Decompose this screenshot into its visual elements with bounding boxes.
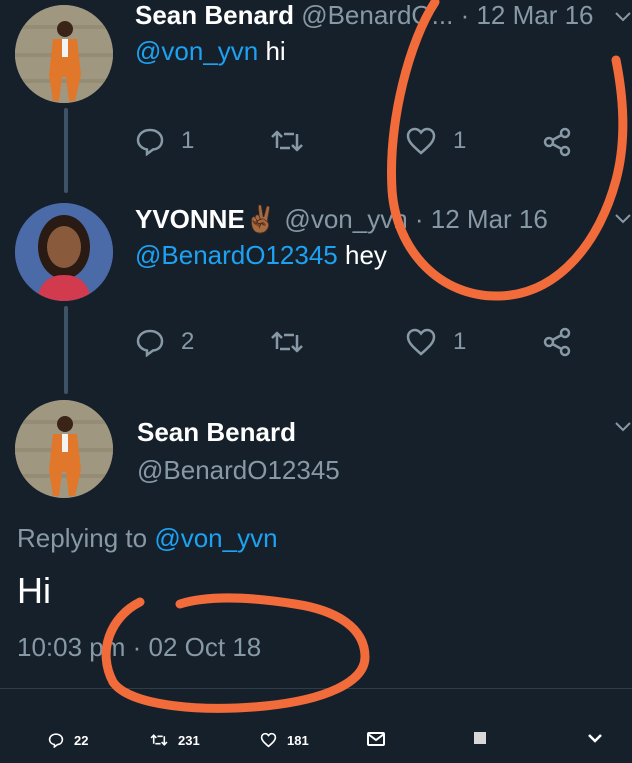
bottom-retweet-button[interactable]: 231 [150, 732, 200, 748]
heart-icon [406, 328, 436, 356]
tweet-1-like-count: 1 [453, 127, 467, 154]
heart-icon [406, 127, 436, 155]
bottom-reply-count: 22 [74, 732, 89, 748]
tweet-1-retweet-button[interactable] [270, 126, 304, 156]
avatar-sean-benard[interactable] [15, 5, 113, 103]
avatar-image [15, 5, 113, 103]
reply-icon [48, 733, 64, 748]
bottom-media-button[interactable] [474, 732, 486, 744]
bottom-action-bar [0, 716, 632, 763]
bottom-like-button[interactable]: 181 [260, 732, 309, 748]
avatar-yvonne[interactable] [15, 203, 113, 301]
share-icon [543, 327, 571, 357]
tweet-2-reply-button[interactable]: 2 [135, 327, 194, 357]
tweet-1-author-name[interactable]: Sean Benard [135, 0, 294, 30]
tweet-1-date[interactable]: · 12 Mar 16 [461, 0, 594, 30]
tweet-2-author-handle[interactable]: @von_yvn [284, 204, 407, 234]
tweet-2-author-name[interactable]: YVONNE✌🏾 [135, 204, 277, 234]
retweet-icon [271, 130, 303, 152]
tweet-1-text: hi [258, 36, 286, 66]
main-tweet-author-name[interactable]: Sean Benard [137, 417, 296, 448]
reply-icon [136, 329, 164, 357]
replying-to-label: Replying to [17, 523, 155, 553]
tweet-1-reply-button[interactable]: 1 [135, 126, 194, 156]
tweet-2-text: hey [337, 240, 387, 270]
thread-line [64, 306, 68, 394]
retweet-icon [271, 331, 303, 353]
tweet-2-share-button[interactable] [541, 326, 573, 358]
tweet-2-date[interactable]: · 12 Mar 16 [415, 204, 548, 234]
heart-icon [260, 732, 277, 748]
chevron-down-icon[interactable] [614, 212, 632, 226]
chevron-down-icon[interactable] [614, 420, 632, 434]
avatar-image [15, 400, 113, 498]
tweet-2-retweet-button[interactable] [270, 327, 304, 357]
tweet-1-mention[interactable]: @von_yvn [135, 36, 258, 66]
main-tweet-author-handle[interactable]: @BenardO12345 [137, 455, 340, 486]
main-tweet-text: Hi [17, 570, 51, 611]
bottom-reply-button[interactable]: 22 [48, 732, 88, 748]
envelope-icon [367, 732, 385, 746]
tweet-2-body: @BenardO12345 hey [135, 240, 387, 271]
share-icon [543, 127, 571, 157]
chevron-down-icon[interactable] [614, 10, 632, 24]
tweet-1-reply-count: 1 [181, 127, 195, 154]
avatar-sean-benard[interactable] [15, 400, 113, 498]
tweet-1-like-button[interactable]: 1 [405, 126, 466, 156]
tweet-2-like-count: 1 [453, 328, 467, 355]
tweet-2-like-button[interactable]: 1 [405, 327, 466, 357]
tweet-2-header: YVONNE✌🏾 @von_yvn · 12 Mar 16 [135, 204, 548, 235]
divider [0, 688, 632, 689]
main-tweet-timestamp[interactable]: 10:03 pm · 02 Oct 18 [17, 632, 261, 663]
bottom-like-count: 181 [287, 732, 309, 748]
tweet-2-reply-count: 2 [181, 328, 195, 355]
tweet-2-mention[interactable]: @BenardO12345 [135, 240, 338, 270]
retweet-icon [150, 734, 168, 746]
replying-to-mention[interactable]: @von_yvn [154, 523, 277, 553]
tweet-1-header: Sean Benard @BenardO... · 12 Mar 16 [135, 0, 594, 31]
bottom-message-button[interactable] [367, 732, 385, 746]
square-icon [474, 732, 486, 744]
bottom-retweet-count: 231 [178, 732, 200, 748]
avatar-image [15, 203, 113, 301]
tweet-1-author-handle[interactable]: @BenardO... [301, 0, 453, 30]
bottom-more-button[interactable] [587, 732, 603, 744]
thread-line [64, 108, 68, 193]
reply-icon [136, 128, 164, 156]
chevron-down-icon [588, 734, 602, 743]
tweet-1-share-button[interactable] [541, 126, 573, 158]
replying-to-line: Replying to @von_yvn [17, 523, 278, 554]
tweet-1-body: @von_yvn hi [135, 36, 286, 67]
